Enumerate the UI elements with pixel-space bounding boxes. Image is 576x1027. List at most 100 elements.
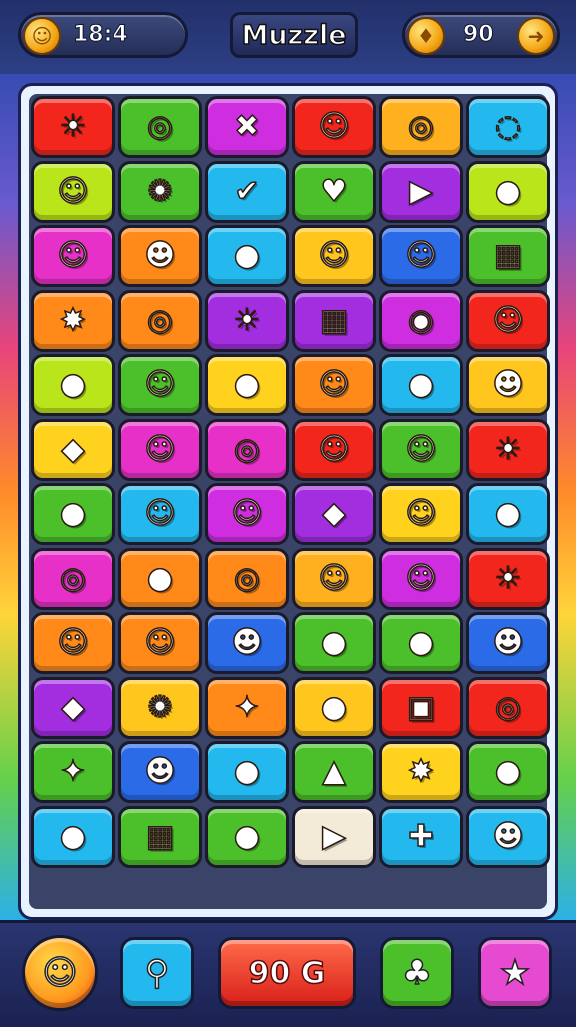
board-tile[interactable]: ▦ xyxy=(118,805,202,868)
board-tile[interactable]: ☻ xyxy=(205,612,289,674)
board-tile[interactable]: ● xyxy=(118,547,202,610)
board-tile[interactable]: ◎ xyxy=(466,676,550,739)
board-tile[interactable]: ✺ xyxy=(118,676,202,739)
tile-icon: ☀ xyxy=(233,302,261,338)
board-tile[interactable]: ● xyxy=(31,354,115,416)
board-tile[interactable]: ✺ xyxy=(118,160,202,223)
search-button[interactable]: ⚲ xyxy=(120,937,194,1009)
board-tile[interactable]: ☺ xyxy=(466,289,550,352)
board-tile[interactable]: ◎ xyxy=(379,96,463,158)
search-icon: ⚲ xyxy=(144,952,170,994)
board-tile[interactable]: ☻ xyxy=(466,805,550,868)
board-tile[interactable]: ● xyxy=(205,225,289,287)
board-tile[interactable]: ◆ xyxy=(31,676,115,739)
board-tile[interactable]: ● xyxy=(31,483,115,545)
tile-icon: ☺ xyxy=(144,496,177,531)
board-tile[interactable]: ☺ xyxy=(292,354,376,416)
board-tile[interactable]: ● xyxy=(205,805,289,868)
board-tile[interactable]: ✖ xyxy=(205,96,289,158)
board-tile[interactable]: ☺ xyxy=(118,612,202,674)
tile-icon: ☀ xyxy=(59,109,87,144)
board-tile[interactable]: ☺ xyxy=(118,354,202,416)
board-tile[interactable]: ● xyxy=(205,354,289,416)
board-tile[interactable]: ▲ xyxy=(292,741,376,803)
board-tile[interactable]: ✦ xyxy=(205,676,289,739)
board-tile[interactable]: ☀ xyxy=(31,96,115,158)
smiley-button[interactable]: ☺ xyxy=(22,935,98,1011)
board-tile[interactable]: ● xyxy=(292,676,376,739)
board-tile[interactable]: ☻ xyxy=(118,741,202,803)
board-tile[interactable]: ● xyxy=(379,612,463,674)
board-tile[interactable]: ✸ xyxy=(379,741,463,803)
board-tile[interactable]: ☺ xyxy=(292,96,376,158)
board-tile[interactable]: ◉ xyxy=(379,289,463,352)
board-tile[interactable]: ♥ xyxy=(292,160,376,223)
tree-button[interactable]: ♣ xyxy=(380,937,454,1009)
board-tile[interactable]: ✚ xyxy=(379,805,463,868)
board-tile[interactable]: ◎ xyxy=(118,96,202,158)
star-button[interactable]: ★ xyxy=(478,937,552,1009)
tile-icon: ▦ xyxy=(145,818,175,854)
tile-icon: ☺ xyxy=(318,431,351,467)
board-tile[interactable]: ▶ xyxy=(379,160,463,223)
board-tile[interactable]: ● xyxy=(466,483,550,545)
board-tile[interactable]: ▦ xyxy=(292,289,376,352)
board-tile[interactable]: ☺ xyxy=(379,225,463,287)
board-tile[interactable]: ☀ xyxy=(205,289,289,352)
board-tile[interactable]: ☻ xyxy=(118,225,202,287)
tile-icon: ◎ xyxy=(146,302,174,338)
board-tile[interactable]: ☻ xyxy=(466,354,550,416)
tile-icon: ✦ xyxy=(234,689,261,725)
board-tile[interactable]: ☺ xyxy=(379,547,463,610)
tile-icon: ☻ xyxy=(492,367,525,402)
board-tile[interactable]: ✸ xyxy=(31,289,115,352)
arrow-right-icon[interactable]: ➜ xyxy=(517,17,555,55)
board-tile[interactable]: ☺ xyxy=(31,160,115,223)
board-tile[interactable]: ☺ xyxy=(118,483,202,545)
board-tile[interactable]: ● xyxy=(205,741,289,803)
board-tile[interactable]: ☻ xyxy=(466,612,550,674)
tile-icon: ▦ xyxy=(493,238,523,273)
tile-icon: ● xyxy=(146,560,174,596)
board-tile[interactable]: ☺ xyxy=(379,418,463,481)
board-tile[interactable]: ☀ xyxy=(466,418,550,481)
board-tile[interactable]: ◎ xyxy=(205,418,289,481)
tile-icon: ● xyxy=(494,173,522,209)
board-tile[interactable]: ☺ xyxy=(31,225,115,287)
tile-icon: ☺ xyxy=(318,238,351,273)
tile-icon: ☺ xyxy=(57,238,90,273)
board-tile[interactable]: ▦ xyxy=(466,225,550,287)
board-tile[interactable]: ◎ xyxy=(31,547,115,610)
board-tile[interactable]: ☺ xyxy=(31,612,115,674)
board-tile[interactable]: ✔ xyxy=(205,160,289,223)
tile-icon: ● xyxy=(320,689,348,725)
tile-icon: ☺ xyxy=(144,431,177,467)
tile-icon: ☺ xyxy=(57,173,90,209)
board-tile[interactable]: ☀ xyxy=(466,547,550,610)
board-tile[interactable]: ◆ xyxy=(292,483,376,545)
tile-icon: ● xyxy=(59,496,87,531)
board-tile[interactable]: ▣ xyxy=(379,676,463,739)
board-tile[interactable]: ◌ xyxy=(466,96,550,158)
game-title: Muzzle xyxy=(230,12,358,58)
board-tile[interactable]: ● xyxy=(379,354,463,416)
tile-icon: ☺ xyxy=(231,496,264,531)
board-tile[interactable]: ☺ xyxy=(205,483,289,545)
board-tile[interactable]: ● xyxy=(466,741,550,803)
board-tile[interactable]: ✦ xyxy=(31,741,115,803)
board-tile[interactable]: ☺ xyxy=(379,483,463,545)
board-tile[interactable]: ● xyxy=(31,805,115,868)
board-tile[interactable]: ☺ xyxy=(118,418,202,481)
board-tile[interactable]: ◆ xyxy=(31,418,115,481)
board-tile[interactable]: ☺ xyxy=(292,547,376,610)
tile-icon: ☺ xyxy=(405,560,438,596)
board-tile[interactable]: ◎ xyxy=(118,289,202,352)
board-tile[interactable]: ● xyxy=(292,612,376,674)
score-button[interactable]: 90 G xyxy=(218,937,356,1009)
board-tile[interactable]: ▶ xyxy=(292,805,376,868)
board-tile[interactable]: ● xyxy=(466,160,550,223)
tile-icon: ☺ xyxy=(405,238,438,273)
board-tile[interactable]: ◎ xyxy=(205,547,289,610)
board-tile[interactable]: ☺ xyxy=(292,225,376,287)
board-tile[interactable]: ☺ xyxy=(292,418,376,481)
